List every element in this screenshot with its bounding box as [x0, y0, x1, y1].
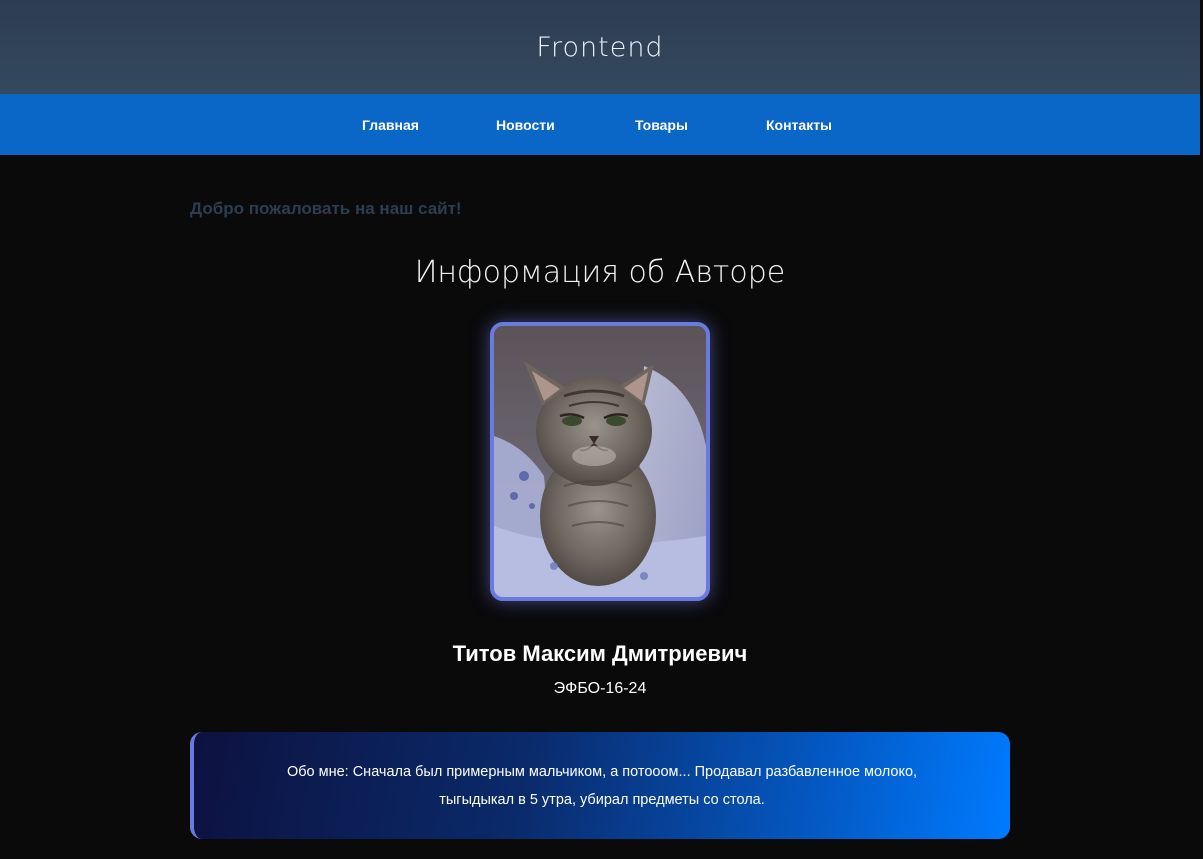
about-text: Обо мне: Сначала был примерным мальчиком…	[287, 758, 917, 814]
nav-link-products[interactable]: Товары	[635, 94, 688, 155]
main-nav: Главная Новости Товары Контакты	[0, 94, 1200, 155]
about-line-2: тыгыдыкал в 5 утра, убирал предметы со с…	[439, 791, 765, 808]
nav-link-home[interactable]: Главная	[362, 94, 419, 155]
author-group: ЭФБО-16-24	[553, 680, 647, 697]
nav-link-contacts[interactable]: Контакты	[766, 94, 832, 155]
about-line-1: Обо мне: Сначала был примерным мальчиком…	[286, 763, 918, 780]
kitten-photo-icon	[494, 326, 706, 597]
about-card: Обо мне: Сначала был примерным мальчиком…	[190, 732, 1010, 839]
site-header: Frontend	[0, 0, 1200, 94]
section-title: Информация об Авторе	[414, 255, 786, 290]
author-photo	[490, 322, 710, 601]
nav-link-news[interactable]: Новости	[496, 94, 555, 155]
site-title: Frontend	[536, 31, 664, 63]
welcome-text: Добро пожаловать на наш сайт!	[190, 199, 462, 218]
author-name: Титов Максим Дмитриевич	[452, 641, 748, 666]
